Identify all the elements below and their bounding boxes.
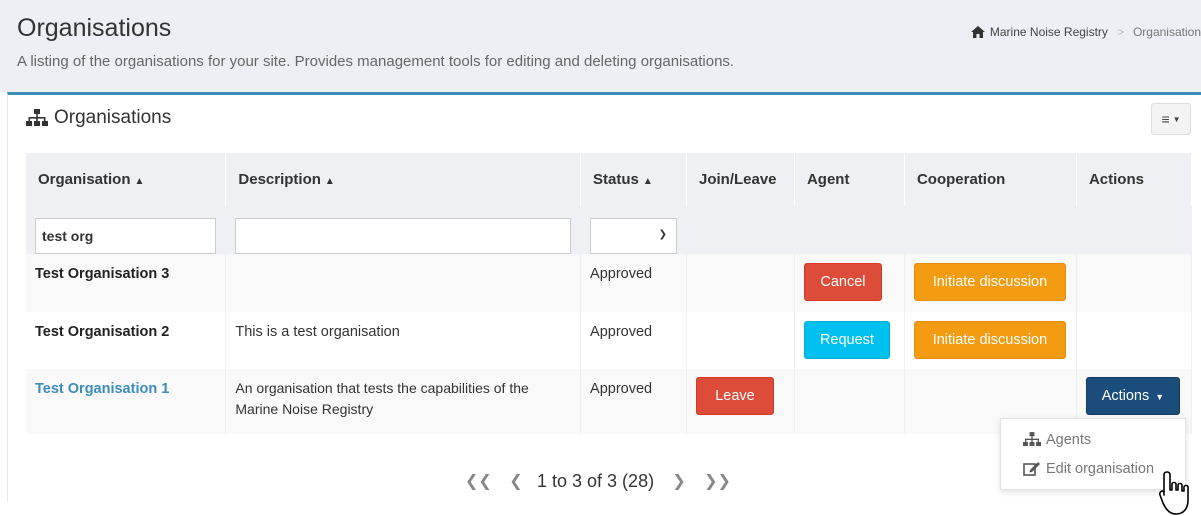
box-title: Organisations	[26, 107, 171, 129]
first-page-icon[interactable]: ❮❮	[465, 471, 492, 491]
column-header-cooperation: Cooperation	[904, 153, 1077, 206]
organisation-status: Approved	[590, 381, 653, 397]
breadcrumb-separator: >	[1116, 25, 1124, 39]
hand-pointer-cursor-icon	[1159, 471, 1189, 515]
organisations-table: Organisation ▲︎ Description ▲︎ Status ▲︎ Jo…	[26, 153, 1193, 434]
organisation-description-line: An organisation that tests the capabilit…	[235, 380, 529, 396]
organisation-link[interactable]: Test Organisation 1	[35, 381, 169, 397]
next-page-icon[interactable]: ❯	[668, 471, 690, 491]
actions-dropdown-button[interactable]: Actions ▼	[1085, 377, 1180, 415]
box-tools-menu-button[interactable]: ≡ ▼	[1151, 103, 1191, 135]
column-header-join-leave: Join/Leave	[686, 153, 795, 206]
sitemap-icon	[26, 109, 48, 126]
organisation-description-line: Marine Noise Registry	[235, 401, 374, 417]
table-row: Test Organisation 3 Approved Cancel Init…	[26, 254, 1193, 312]
menu-item-agents[interactable]: Agents	[1001, 425, 1185, 454]
column-header-organisation[interactable]: Organisation ▲︎	[26, 153, 227, 206]
cancel-agent-button[interactable]: Cancel	[803, 263, 882, 301]
organisation-name: Test Organisation 3	[35, 266, 170, 282]
menu-item-label: Edit organisation	[1046, 460, 1155, 477]
breadcrumb-current: Organisation	[1132, 25, 1201, 39]
column-header-actions: Actions	[1076, 153, 1193, 206]
organisation-name: Test Organisation 2	[35, 324, 170, 340]
description-filter-input[interactable]	[235, 218, 572, 254]
edit-icon	[1023, 462, 1040, 476]
column-header-agent: Agent	[794, 153, 905, 206]
sort-icon: ▲︎	[642, 176, 653, 187]
organisation-filter-input[interactable]	[35, 218, 217, 254]
sort-icon: ▲︎	[324, 176, 335, 187]
previous-page-icon[interactable]: ❮	[505, 471, 527, 491]
page-title: Organisations	[17, 14, 172, 42]
initiate-discussion-button[interactable]: Initiate discussion	[913, 263, 1066, 301]
caret-down-icon: ▼	[1172, 114, 1181, 124]
sitemap-icon	[1023, 432, 1041, 447]
breadcrumb-home-link[interactable]: Marine Noise Registry	[990, 25, 1108, 39]
breadcrumb: Marine Noise Registry > Organisation	[970, 25, 1201, 39]
box-header: Organisations ≡ ▼	[8, 95, 1201, 145]
menu-item-label: Agents	[1046, 431, 1092, 448]
request-agent-button[interactable]: Request	[803, 321, 890, 359]
initiate-discussion-button[interactable]: Initiate discussion	[913, 321, 1066, 359]
bars-icon: ≡	[1161, 111, 1170, 127]
home-icon	[970, 26, 985, 38]
table-row: Test Organisation 2 This is a test organ…	[26, 312, 1193, 369]
caret-down-icon: ▼	[1155, 392, 1165, 402]
filter-row: ❯	[26, 206, 1193, 254]
pagination: ❮❮ ❮ 1 to 3 of 3 (28) ❯ ❯❯	[465, 467, 731, 495]
column-header-description[interactable]: Description ▲︎	[225, 153, 582, 206]
last-page-icon[interactable]: ❯❯	[704, 471, 731, 491]
table-header-row: Organisation ▲︎ Description ▲︎ Status ▲︎ Jo…	[26, 153, 1193, 206]
column-header-status[interactable]: Status ▲︎	[580, 153, 687, 206]
organisation-status: Approved	[590, 324, 653, 340]
sort-icon: ▲︎	[134, 176, 145, 187]
leave-button[interactable]: Leave	[695, 377, 774, 415]
content-header: Organisations A listing of the organisat…	[0, 0, 1201, 92]
organisation-description: This is a test organisation	[235, 324, 400, 340]
organisation-status: Approved	[590, 266, 653, 282]
pagination-summary: 1 to 3 of 3 (28)	[537, 470, 655, 491]
box-title-text: Organisations	[54, 107, 172, 128]
status-filter-select[interactable]	[590, 218, 677, 254]
page-subtitle: A listing of the organisations for your …	[17, 53, 735, 70]
